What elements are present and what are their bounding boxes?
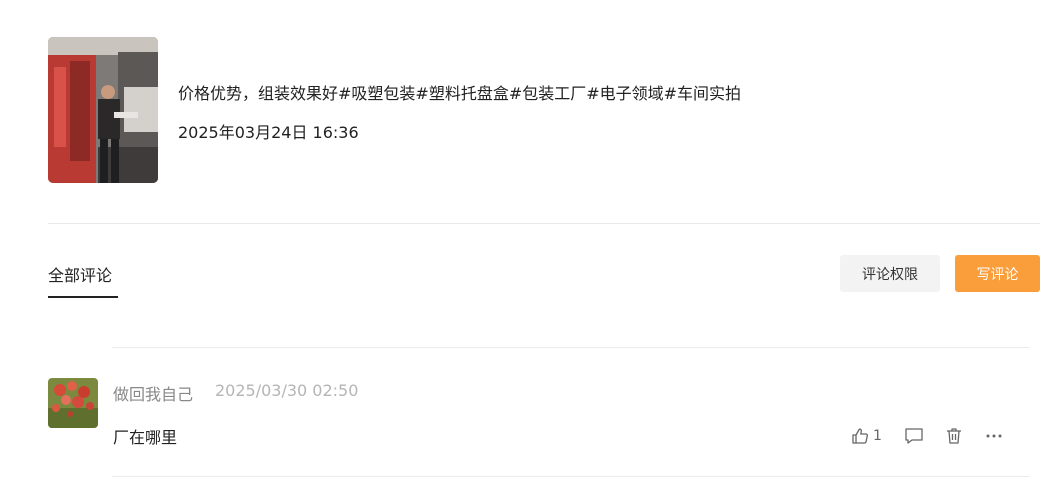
thumbs-up-icon xyxy=(851,427,869,445)
factory-photo-image xyxy=(48,37,158,183)
active-tab-indicator xyxy=(48,296,118,298)
comment-bubble-icon xyxy=(904,427,924,445)
post-timestamp: 2025年03月24日 16:36 xyxy=(178,123,359,142)
avatar-image xyxy=(48,378,98,428)
reply-button[interactable] xyxy=(904,426,924,446)
comment-author[interactable]: 做回我自己 xyxy=(113,381,193,405)
post-thumbnail[interactable] xyxy=(48,37,158,183)
like-count: 1 xyxy=(873,428,882,444)
post-title[interactable]: 价格优势，组装效果好#吸塑包装#塑料托盘盒#包装工厂#电子领域#车间实拍 xyxy=(178,80,741,104)
write-comment-button[interactable]: 写评论 xyxy=(955,255,1040,292)
comment-permission-button[interactable]: 评论权限 xyxy=(840,255,940,292)
comment-text: 厂在哪里 xyxy=(113,428,178,447)
section-divider xyxy=(48,223,1040,224)
delete-button[interactable] xyxy=(945,426,963,446)
tab-all-comments[interactable]: 全部评论 xyxy=(48,262,112,286)
comment-divider xyxy=(112,347,1030,348)
more-horizontal-icon xyxy=(984,427,1004,445)
more-button[interactable] xyxy=(984,426,1004,446)
trash-icon xyxy=(945,427,963,445)
like-button[interactable]: 1 xyxy=(851,426,882,446)
comment-divider xyxy=(112,476,1030,477)
avatar[interactable] xyxy=(48,378,98,428)
comment-timestamp: 2025/03/30 02:50 xyxy=(215,381,359,400)
